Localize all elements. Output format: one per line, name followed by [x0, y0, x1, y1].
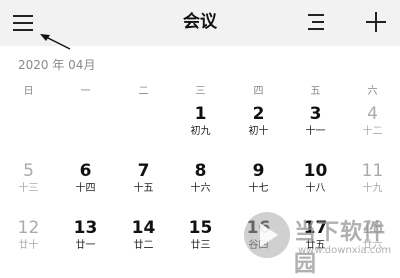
weekday-label: 日 [23, 86, 34, 97]
lunar-date: 十三 [18, 183, 39, 194]
calendar-day-cell[interactable]: 18 廿六 [344, 218, 400, 268]
calendar-day-cell[interactable]: 7 十五 [115, 161, 172, 211]
calendar-grid: 1 初九 2 初十 3 十一 4 十二 5 十三 6 十四 7 十五 8 十六 9 十七 10 十八 11 十九 12 廿十 1… [0, 104, 400, 270]
day-number: 16 [246, 218, 271, 238]
list-icon[interactable] [305, 11, 325, 33]
day-number: 8 [194, 161, 207, 181]
day-number: 7 [137, 161, 150, 181]
month-label: 2020 年 04月 [18, 58, 96, 72]
weekday-label: 五 [310, 86, 321, 97]
plus-icon[interactable] [364, 10, 388, 34]
calendar-day-cell[interactable]: 8 十六 [172, 161, 229, 211]
day-number: 3 [309, 104, 322, 124]
lunar-date: 十九 [362, 183, 383, 194]
calendar-day-cell[interactable]: 17 廿五 [287, 218, 344, 268]
calendar-day-cell[interactable]: 11 十九 [344, 161, 400, 211]
calendar-day-cell[interactable]: 3 十一 [287, 104, 344, 154]
calendar-day-cell[interactable]: 14 廿二 [115, 218, 172, 268]
calendar-day-cell[interactable]: 12 廿十 [0, 218, 57, 268]
lunar-date: 初十 [248, 126, 269, 137]
calendar-day-cell[interactable]: 9 十七 [230, 161, 287, 211]
lunar-date: 廿五 [305, 240, 326, 251]
calendar-day-cell[interactable]: 13 廿一 [57, 218, 114, 268]
lunar-date: 廿二 [133, 240, 154, 251]
weekday-label: 一 [80, 86, 91, 97]
calendar-day-cell[interactable]: 4 十二 [344, 104, 400, 154]
calendar-day-cell[interactable]: 10 十八 [287, 161, 344, 211]
day-number: 1 [194, 104, 207, 124]
day-number: 9 [252, 161, 265, 181]
weekday-label: 六 [367, 86, 378, 97]
day-number: 12 [17, 218, 40, 238]
lunar-date: 十六 [190, 183, 211, 194]
day-number: 11 [361, 161, 384, 181]
lunar-date: 十七 [248, 183, 269, 194]
lunar-date: 谷四 [248, 240, 269, 251]
day-number: 14 [131, 218, 156, 238]
lunar-date: 十五 [133, 183, 154, 194]
day-number: 13 [73, 218, 98, 238]
day-number: 18 [361, 218, 384, 238]
day-number: 4 [367, 104, 378, 124]
top-app-bar: 会议 [0, 0, 400, 46]
calendar-day-cell[interactable]: 16 谷四 [230, 218, 287, 268]
lunar-date: 廿六 [362, 240, 383, 251]
weekday-label: 二 [138, 86, 149, 97]
calendar-day-cell[interactable]: 2 初十 [230, 104, 287, 154]
lunar-date: 初九 [190, 126, 211, 137]
lunar-date: 十八 [305, 183, 326, 194]
page-title: 会议 [183, 12, 217, 32]
weekday-label: 四 [253, 86, 264, 97]
lunar-date: 廿十 [18, 240, 39, 251]
day-number: 10 [303, 161, 328, 181]
calendar-day-cell[interactable]: 15 廿三 [172, 218, 229, 268]
lunar-date: 廿三 [190, 240, 211, 251]
weekday-header: 日一二三四五六 [0, 82, 400, 98]
day-number: 2 [252, 104, 265, 124]
day-number: 17 [303, 218, 328, 238]
calendar-day-cell[interactable]: 5 十三 [0, 161, 57, 211]
lunar-date: 廿一 [75, 240, 96, 251]
day-number: 15 [188, 218, 213, 238]
lunar-date: 十二 [362, 126, 383, 137]
day-number: 5 [23, 161, 34, 181]
lunar-date: 十一 [305, 126, 326, 137]
calendar-day-cell[interactable]: 6 十四 [57, 161, 114, 211]
calendar-day-cell[interactable]: 1 初九 [172, 104, 229, 154]
lunar-date: 十四 [75, 183, 96, 194]
day-number: 6 [79, 161, 92, 181]
weekday-label: 三 [195, 86, 206, 97]
